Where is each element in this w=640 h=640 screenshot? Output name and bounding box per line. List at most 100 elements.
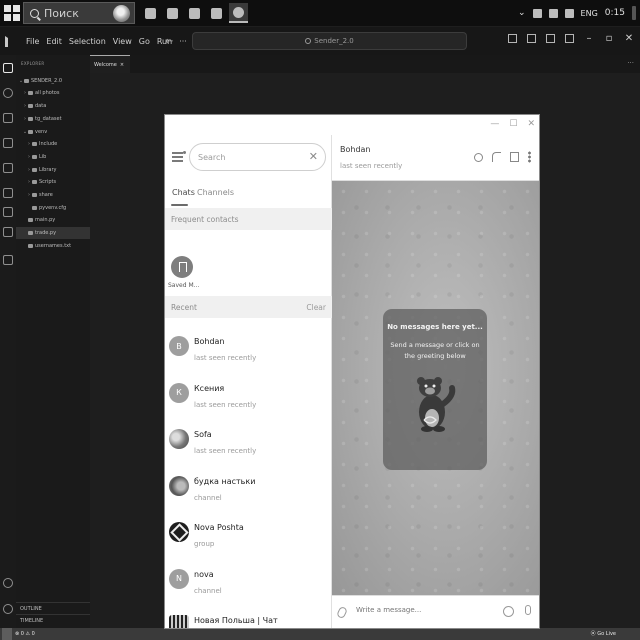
- source-control-icon[interactable]: [3, 113, 13, 123]
- network-icon[interactable]: [532, 8, 542, 18]
- menu-item[interactable]: View: [113, 37, 132, 46]
- saved-messages-contact[interactable]: Saved M...: [168, 256, 199, 289]
- editor-tabs: Welcome × ···: [90, 55, 640, 73]
- chat-status: last seen recently: [194, 447, 257, 455]
- chat-row[interactable]: Nnova channel: [165, 561, 332, 607]
- tree-item[interactable]: › tg_dataset: [16, 113, 90, 125]
- toggle-panel-icon[interactable]: [527, 34, 536, 43]
- problems-indicator[interactable]: ⊗ 0 ⚠ 0: [15, 631, 35, 637]
- conversation-header[interactable]: Bohdan last seen recently: [332, 135, 539, 181]
- remote-indicator[interactable]: [2, 628, 12, 640]
- restore-button[interactable]: ▫: [604, 34, 614, 44]
- telegram-window-controls: — ☐ ✕: [490, 119, 535, 129]
- go-live-button[interactable]: ⦿ Go Live: [591, 630, 616, 637]
- testing-icon[interactable]: [3, 207, 13, 217]
- menu-item[interactable]: File: [26, 37, 39, 46]
- phone-icon[interactable]: [492, 152, 501, 162]
- clear-recent-button[interactable]: Clear: [306, 303, 326, 312]
- tree-item[interactable]: › Library: [16, 164, 90, 176]
- tree-item-label: Library: [39, 167, 57, 173]
- more-vertical-icon[interactable]: [528, 151, 531, 163]
- menu-item[interactable]: Selection: [69, 37, 106, 46]
- language-indicator[interactable]: ENG: [581, 9, 598, 18]
- extensions-icon[interactable]: [3, 163, 13, 173]
- volume-icon[interactable]: [548, 8, 558, 18]
- tree-item[interactable]: › data: [16, 100, 90, 112]
- search-input[interactable]: Search ✕: [189, 143, 326, 171]
- search-icon: [305, 38, 312, 44]
- search-icon[interactable]: [3, 88, 13, 98]
- tree-item[interactable]: main.py: [16, 214, 90, 226]
- timeline-label: TIMELINE: [20, 617, 44, 624]
- tree-item[interactable]: › Lib: [16, 151, 90, 163]
- sidebar-toggle-icon[interactable]: [510, 152, 519, 162]
- recent-label: Recent: [171, 302, 197, 312]
- tree-item[interactable]: › Scripts: [16, 176, 90, 188]
- telegram-window: — ☐ ✕ Search ✕ Chats Channels Frequent c…: [165, 115, 539, 628]
- tree-item[interactable]: › Include: [16, 138, 90, 150]
- toggle-sidebar-icon[interactable]: [508, 34, 517, 43]
- active-tab-indicator: [171, 204, 188, 206]
- customize-layout-icon[interactable]: [565, 34, 574, 43]
- minimize-button[interactable]: —: [490, 119, 499, 129]
- chat-status: last seen recently: [194, 354, 257, 362]
- tree-item[interactable]: usernames.txt: [16, 240, 90, 252]
- chat-row[interactable]: Новая Польша | Чат: [165, 607, 332, 628]
- clear-search-icon[interactable]: ✕: [309, 150, 318, 163]
- account-icon[interactable]: [3, 578, 13, 588]
- close-button[interactable]: ✕: [527, 119, 535, 129]
- docker-icon[interactable]: [3, 255, 13, 265]
- windows-taskbar: Поиск ⌄ ENG 0:15: [0, 0, 640, 26]
- python-icon[interactable]: [3, 227, 13, 237]
- chat-row[interactable]: B Bohdan last seen recently: [165, 328, 332, 374]
- microphone-icon[interactable]: [525, 605, 531, 615]
- taskbar-search[interactable]: Поиск: [23, 2, 135, 24]
- close-button[interactable]: ✕: [624, 34, 634, 44]
- more-actions-icon[interactable]: ···: [627, 59, 634, 67]
- tree-item[interactable]: › share: [16, 189, 90, 201]
- chat-row[interactable]: Sofa last seen recently: [165, 421, 332, 467]
- tab-welcome[interactable]: Welcome ×: [90, 55, 130, 73]
- menu-item[interactable]: Go: [139, 37, 150, 46]
- attach-icon[interactable]: [336, 605, 348, 620]
- outline-section[interactable]: OUTLINE: [16, 602, 90, 614]
- chat-row[interactable]: К Ксения last seen recently: [165, 375, 332, 421]
- minimize-button[interactable]: –: [584, 34, 594, 44]
- run-debug-icon[interactable]: [3, 138, 13, 148]
- tree-item-label: SENDER_2.0: [31, 78, 63, 84]
- windows-start-icon[interactable]: [4, 5, 20, 21]
- tab-chats[interactable]: Chats: [172, 188, 195, 197]
- tree-item[interactable]: trade.py: [16, 227, 90, 239]
- timeline-section[interactable]: TIMELINE: [16, 614, 90, 626]
- close-icon[interactable]: ×: [120, 62, 124, 68]
- telegram-icon[interactable]: [229, 3, 248, 23]
- battery-icon[interactable]: [564, 8, 574, 18]
- remote-explorer-icon[interactable]: [3, 188, 13, 198]
- message-input[interactable]: [356, 606, 486, 614]
- maximize-button[interactable]: ☐: [509, 119, 517, 129]
- menu-item[interactable]: Edit: [46, 37, 62, 46]
- greeting-sticker[interactable]: [410, 374, 460, 434]
- explorer-sidebar: EXPLORER ⌄ SENDER_2.0 › all photos › data › tg_…: [16, 55, 90, 628]
- file-explorer-icon[interactable]: [141, 3, 160, 23]
- tab-channels[interactable]: Channels: [197, 188, 234, 197]
- gear-icon[interactable]: [3, 604, 13, 614]
- clock[interactable]: 0:15: [605, 8, 625, 18]
- search-icon[interactable]: [474, 152, 483, 162]
- menu-icon[interactable]: [172, 151, 186, 164]
- store-icon[interactable]: [163, 3, 182, 23]
- chat-row[interactable]: Nova Poshta group: [165, 514, 332, 560]
- toggle-secondary-sidebar-icon[interactable]: [546, 34, 555, 43]
- app-icon[interactable]: [207, 3, 226, 23]
- tree-item[interactable]: ⌄ venv: [16, 126, 90, 138]
- emoji-icon[interactable]: [503, 606, 514, 617]
- vscode-icon[interactable]: [185, 3, 204, 23]
- chat-row[interactable]: будка настьки channel: [165, 468, 332, 514]
- chevron-up-icon[interactable]: ⌄: [518, 8, 526, 18]
- tree-item[interactable]: › all photos: [16, 87, 90, 99]
- command-center[interactable]: Sender_2.0: [192, 32, 467, 50]
- tree-item[interactable]: ⌄ SENDER_2.0: [16, 75, 90, 87]
- explorer-icon[interactable]: [3, 63, 13, 73]
- tree-item[interactable]: pyvenv.cfg: [16, 202, 90, 214]
- show-desktop-button[interactable]: [632, 6, 636, 20]
